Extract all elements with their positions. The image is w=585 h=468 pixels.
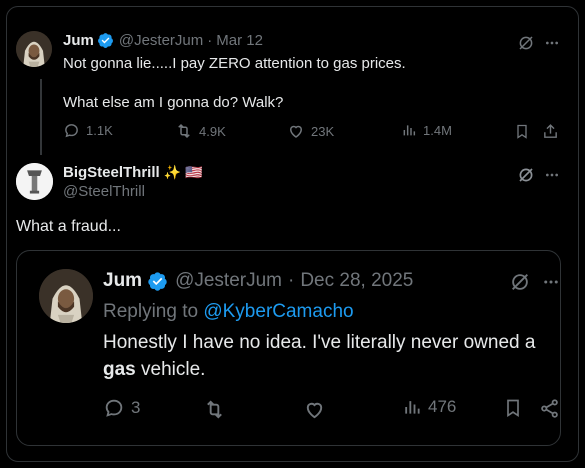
avatar-jum[interactable] xyxy=(16,31,52,67)
separator-dot: · xyxy=(207,32,213,49)
post1-line2: What else am I gonna do? Walk? xyxy=(63,94,284,111)
replying-mention-link[interactable]: @KyberCamacho xyxy=(203,301,353,322)
like-count: 23K xyxy=(311,123,335,139)
reply-count: 1.1K xyxy=(86,123,113,138)
repost-count: 4.9K xyxy=(199,123,226,139)
post-date[interactable]: Dec 28, 2025 xyxy=(300,270,413,292)
avatar-jum[interactable] xyxy=(39,269,93,323)
reply-icon xyxy=(63,122,80,139)
grok-icon[interactable] xyxy=(515,164,537,186)
replying-to: Replying to @KyberCamacho xyxy=(103,301,354,323)
author-name[interactable]: BigSteelThrill xyxy=(63,164,160,181)
like-icon xyxy=(287,122,305,140)
author-handle[interactable]: @SteelThrill xyxy=(63,183,145,200)
post-card: Jum @JesterJum · Mar 12 Not gonna lie...… xyxy=(6,6,579,462)
quote-text-part2: vehicle. xyxy=(141,359,206,380)
author-handle[interactable]: @JesterJum xyxy=(175,270,282,292)
more-icon[interactable] xyxy=(540,271,562,293)
more-icon[interactable] xyxy=(541,164,563,186)
reply-icon xyxy=(103,397,125,419)
repost-icon xyxy=(175,122,193,140)
views-button[interactable]: 1.4M xyxy=(401,122,452,138)
post1-header: Jum @JesterJum · Mar 12 xyxy=(63,32,263,49)
share-icon[interactable] xyxy=(540,121,560,141)
author-handle[interactable]: @JesterJum xyxy=(119,32,203,49)
views-icon xyxy=(401,122,417,138)
repost-button[interactable]: 4.9K xyxy=(175,122,226,140)
post1-line1: Not gonna lie.....I pay ZERO attention t… xyxy=(63,55,406,72)
bookmark-icon[interactable] xyxy=(512,121,532,141)
bookmark-icon[interactable] xyxy=(501,396,525,420)
separator-dot: · xyxy=(288,270,295,291)
repost-icon[interactable] xyxy=(201,396,227,422)
author-emoji: ✨ 🇺🇸 xyxy=(163,164,203,180)
quoted-post[interactable]: Jum @JesterJum · Dec 28, 2025 Replying t… xyxy=(16,250,561,446)
views-count: 1.4M xyxy=(423,122,452,138)
views-count: 476 xyxy=(428,397,457,416)
reply-button[interactable]: 3 xyxy=(103,397,140,419)
post-date[interactable]: Mar 12 xyxy=(216,32,263,49)
post2-text: What a fraud... xyxy=(16,218,121,235)
replying-prefix: Replying to xyxy=(103,301,199,322)
quote-text: Honestly I have no idea. I've literally … xyxy=(103,329,563,383)
views-button[interactable]: 476 xyxy=(402,397,456,417)
share-icon[interactable] xyxy=(537,396,561,420)
author-name[interactable]: Jum xyxy=(103,270,142,292)
verified-badge-icon xyxy=(97,32,114,49)
views-icon xyxy=(402,397,422,417)
like-icon[interactable] xyxy=(301,396,327,422)
reply-button[interactable]: 1.1K xyxy=(63,122,113,139)
quote-text-part1: Honestly I have no idea. I've literally … xyxy=(103,332,536,353)
quote-text-bold: gas xyxy=(103,359,136,380)
verified-badge-icon xyxy=(147,271,168,292)
quote-header: Jum @JesterJum · Dec 28, 2025 xyxy=(103,270,413,292)
more-icon[interactable] xyxy=(541,32,563,54)
thread-line xyxy=(40,79,42,155)
avatar-bigsteelthrill[interactable] xyxy=(16,163,53,200)
grok-icon[interactable] xyxy=(508,270,532,294)
post2-header: BigSteelThrill ✨ 🇺🇸 xyxy=(63,164,202,181)
grok-icon[interactable] xyxy=(515,32,537,54)
reply-count: 3 xyxy=(131,398,141,417)
author-name[interactable]: Jum xyxy=(63,32,94,49)
like-button[interactable]: 23K xyxy=(287,122,334,140)
